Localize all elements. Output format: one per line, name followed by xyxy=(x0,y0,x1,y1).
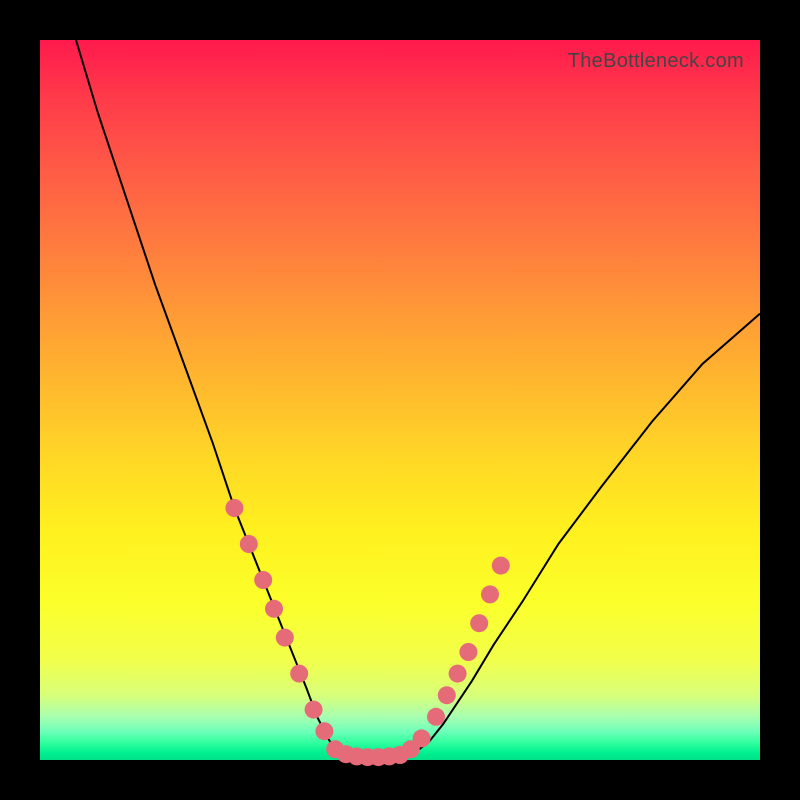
chart-markers xyxy=(225,499,509,766)
plot-area: TheBottleneck.com xyxy=(40,40,760,760)
chart-lines xyxy=(76,40,760,758)
bottleneck-curve xyxy=(76,40,760,758)
data-marker xyxy=(315,722,333,740)
data-marker xyxy=(438,686,456,704)
data-marker xyxy=(459,643,477,661)
data-marker xyxy=(449,665,467,683)
data-marker xyxy=(290,665,308,683)
data-marker xyxy=(240,535,258,553)
data-marker xyxy=(305,701,323,719)
data-marker xyxy=(276,629,294,647)
chart-svg xyxy=(40,40,760,760)
data-marker xyxy=(481,585,499,603)
data-marker xyxy=(492,557,510,575)
data-marker xyxy=(265,600,283,618)
chart-root: TheBottleneck.com xyxy=(0,0,800,800)
data-marker xyxy=(225,499,243,517)
data-marker xyxy=(254,571,272,589)
data-marker xyxy=(427,708,445,726)
data-marker xyxy=(470,614,488,632)
data-marker xyxy=(413,729,431,747)
